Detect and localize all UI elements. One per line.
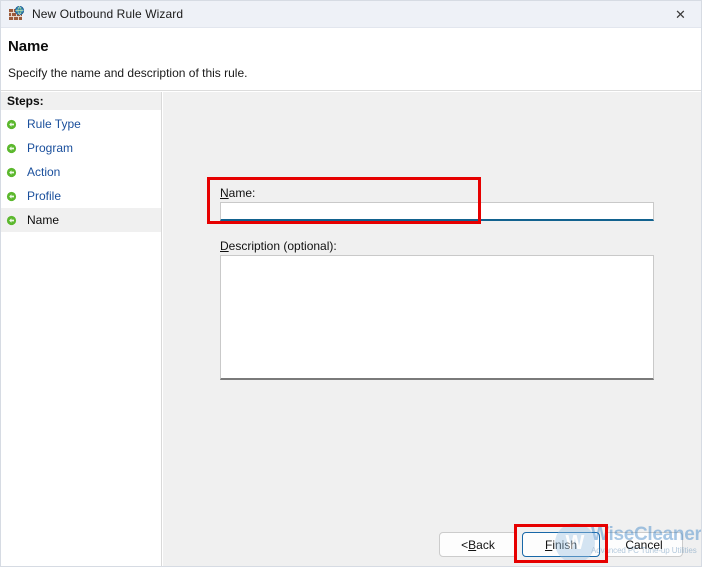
back-button-accel: B: [468, 537, 477, 552]
title-bar: New Outbound Rule Wizard ✕: [1, 1, 701, 28]
sidebar-item-label: Action: [27, 165, 61, 179]
cancel-button[interactable]: Cancel: [605, 532, 683, 557]
name-label-accel: N: [220, 186, 229, 200]
sidebar-item-program[interactable]: Program: [1, 136, 161, 160]
main-panel: Name: Description (optional): < Back Fin…: [163, 92, 701, 566]
finish-button-rest: inish: [552, 537, 578, 552]
step-bullet-icon: [6, 143, 17, 154]
sidebar-item-action[interactable]: Action: [1, 160, 161, 184]
step-bullet-icon: [6, 119, 17, 130]
window-title: New Outbound Rule Wizard: [32, 7, 184, 21]
sidebar-item-rule-type[interactable]: Rule Type: [1, 112, 161, 136]
steps-list: Rule Type Program Action Profile Name: [1, 112, 161, 232]
steps-heading-label: Steps:: [7, 94, 44, 108]
back-button-rest: ack: [476, 537, 495, 552]
description-field-label: Description (optional):: [220, 239, 337, 253]
step-bullet-icon: [6, 191, 17, 202]
page-subtitle: Specify the name and description of this…: [8, 66, 248, 80]
sidebar-item-name[interactable]: Name: [1, 208, 161, 232]
steps-sidebar: Steps: Rule Type Program Action Profile …: [1, 92, 162, 566]
back-button[interactable]: < Back: [439, 532, 517, 557]
description-input[interactable]: [220, 255, 654, 380]
finish-button[interactable]: Finish: [522, 532, 600, 557]
sidebar-item-label: Profile: [27, 189, 62, 203]
sidebar-item-profile[interactable]: Profile: [1, 184, 161, 208]
name-field-label: Name:: [220, 186, 255, 200]
description-label-rest: escription (optional):: [228, 239, 337, 253]
step-bullet-icon: [6, 215, 17, 226]
wizard-window: New Outbound Rule Wizard ✕ Name Specify …: [0, 0, 702, 567]
name-label-rest: ame:: [228, 186, 256, 200]
steps-heading-band: Steps:: [1, 92, 161, 110]
finish-button-accel: F: [544, 537, 553, 552]
step-bullet-icon: [6, 167, 17, 178]
description-label-accel: D: [220, 239, 229, 253]
page-title: Name: [8, 38, 49, 55]
firewall-brickwall-globe-icon: [9, 5, 25, 22]
wizard-header: Name Specify the name and description of…: [1, 28, 701, 91]
sidebar-item-label: Rule Type: [27, 117, 81, 131]
sidebar-item-label: Program: [27, 141, 74, 155]
name-input[interactable]: [220, 202, 654, 221]
back-button-prefix: <: [461, 537, 469, 552]
cancel-button-label: Cancel: [625, 537, 663, 552]
sidebar-item-label: Name: [27, 213, 60, 227]
close-icon[interactable]: ✕: [658, 1, 701, 27]
